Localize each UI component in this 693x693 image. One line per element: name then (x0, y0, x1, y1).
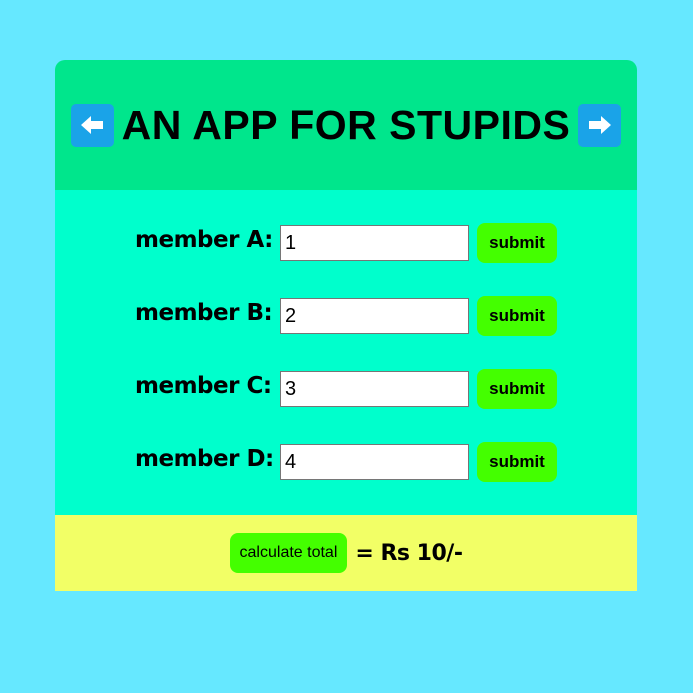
member-c-label: member C: (135, 373, 272, 399)
member-d-submit-button[interactable]: submit (477, 442, 557, 482)
total-footer: calculate total = Rs 10/- (55, 515, 637, 591)
member-c-submit-button[interactable]: submit (477, 369, 557, 409)
app-title: AN APP FOR STUPIDS (121, 101, 571, 148)
member-a-input[interactable] (280, 225, 469, 261)
back-arrow-button[interactable] (70, 103, 114, 147)
member-row-d: member D: submit (55, 442, 637, 482)
member-row-b: member B: submit (55, 296, 637, 336)
forward-arrow-button[interactable] (578, 103, 622, 147)
app-header: AN APP FOR STUPIDS (55, 60, 637, 190)
member-c-input[interactable] (280, 371, 469, 407)
member-d-input[interactable] (280, 444, 469, 480)
member-a-label: member A: (135, 227, 273, 253)
member-row-c: member C: submit (55, 369, 637, 409)
member-row-a: member A: submit (55, 223, 637, 263)
member-d-label: member D: (135, 446, 274, 472)
calculate-total-button[interactable]: calculate total (229, 533, 348, 573)
member-a-submit-button[interactable]: submit (477, 223, 557, 263)
arrow-left-icon (81, 116, 104, 134)
app-card: AN APP FOR STUPIDS member A: submit memb… (55, 60, 637, 591)
member-b-label: member B: (135, 300, 273, 326)
members-section: member A: submit member B: submit member… (55, 190, 637, 515)
member-b-submit-button[interactable]: submit (477, 296, 557, 336)
member-b-input[interactable] (280, 298, 469, 334)
total-amount: = Rs 10/- (355, 540, 463, 566)
arrow-right-icon (588, 116, 611, 134)
